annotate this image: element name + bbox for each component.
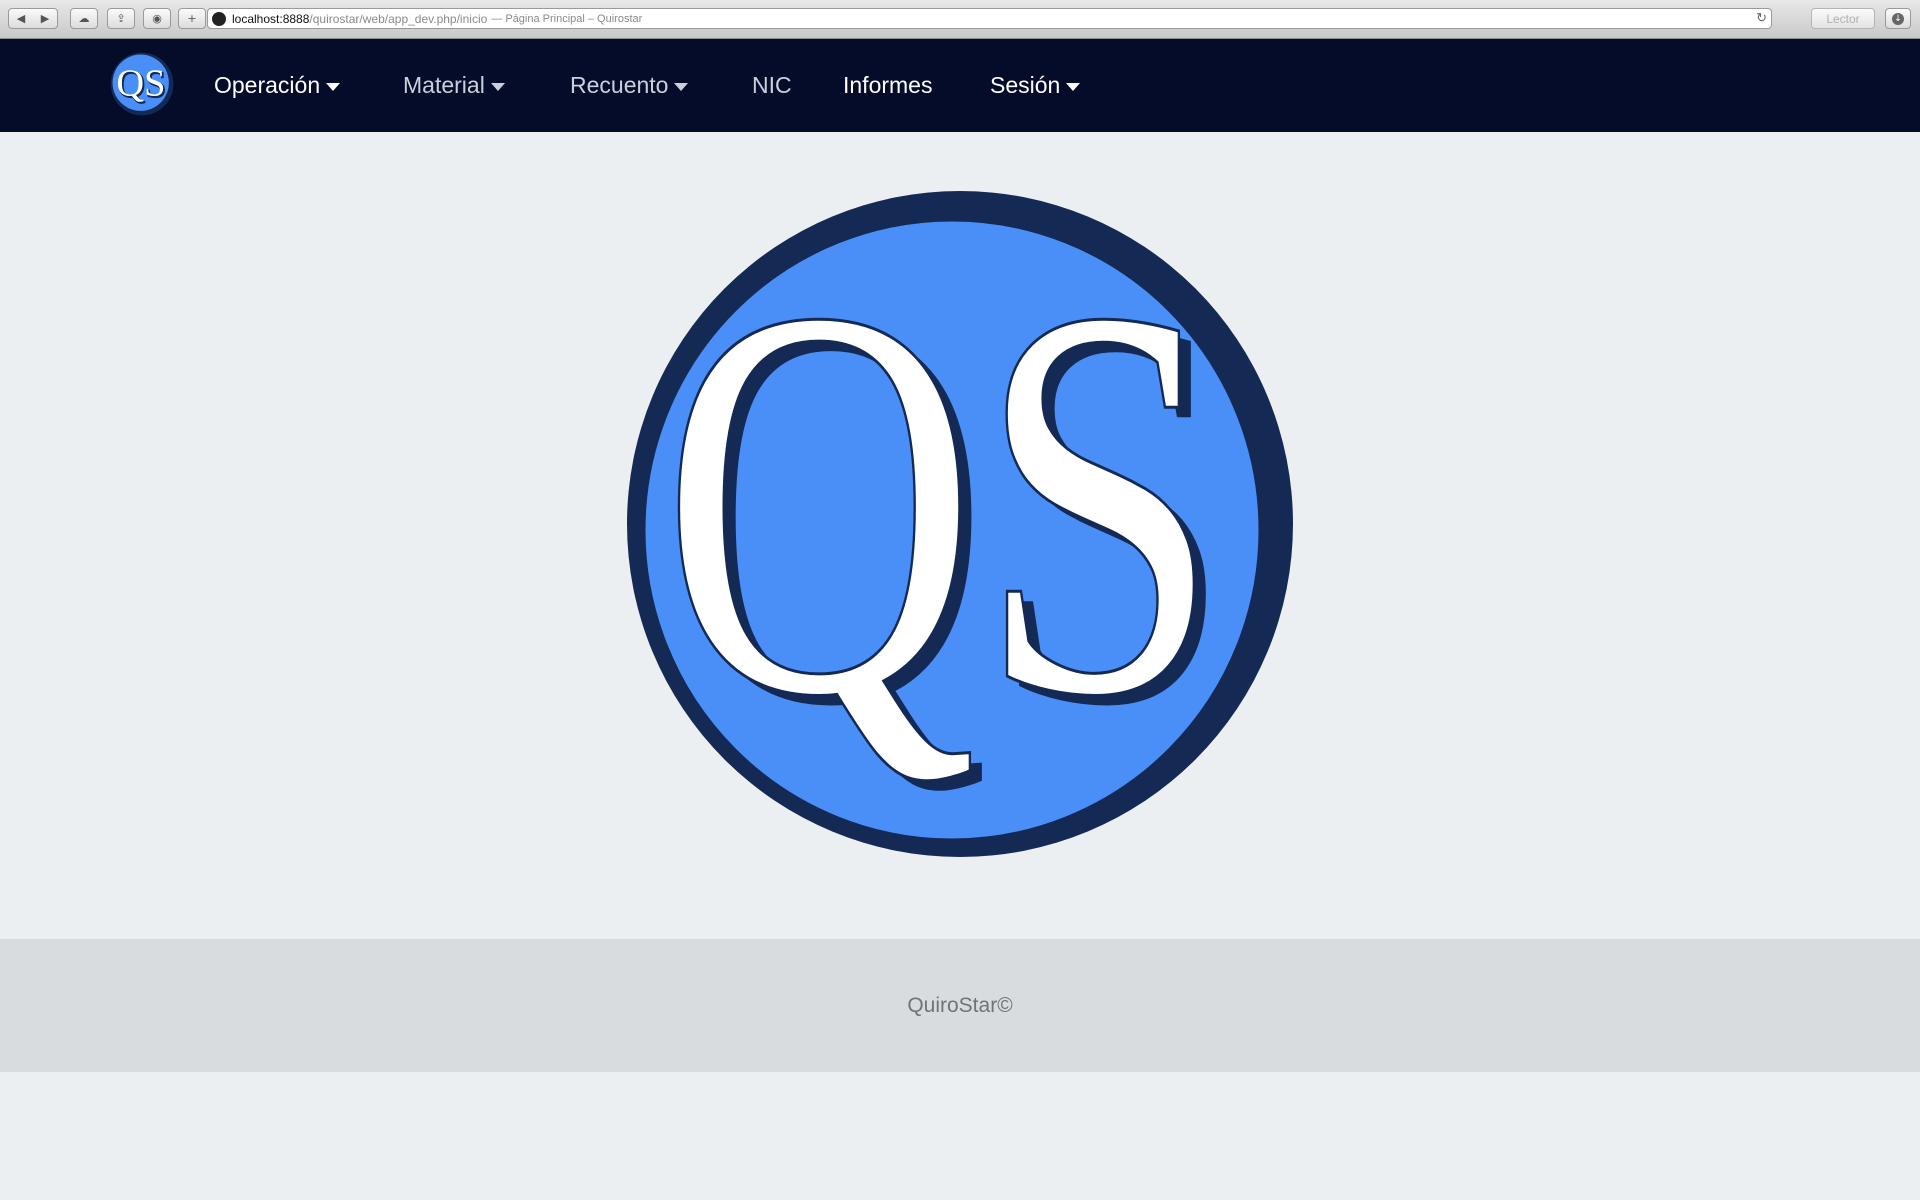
new-tab-button[interactable]: + (178, 8, 206, 29)
back-icon[interactable]: ◀ (17, 12, 25, 25)
nav-informes[interactable]: Informes (843, 39, 932, 132)
nav-informes-label: Informes (843, 72, 933, 98)
main-content: QS QS (0, 132, 1920, 939)
nav-recuento-label: Recuento (570, 72, 669, 98)
page-background (0, 1072, 1920, 1200)
page-title-in-address: — Página Principal – Quirostar (491, 12, 643, 25)
page-footer: QuiroStar© (0, 939, 1920, 1072)
footer-copyright: QuiroStar© (907, 993, 1013, 1017)
url-path: /quirostar/web/app_dev.php/inicio (309, 11, 488, 26)
url-host: localhost:8888 (232, 11, 310, 26)
downloads-button[interactable]: ↓ (1885, 8, 1911, 29)
main-navbar: QS QS Operación Material Recuento NIC In… (0, 39, 1920, 132)
back-forward-buttons[interactable]: ◀ ▶ (8, 8, 58, 29)
favicon-icon (212, 11, 226, 26)
nav-nic[interactable]: NIC (752, 39, 792, 132)
share-button[interactable]: ⇪ (107, 8, 135, 29)
nav-sesion-label: Sesión (990, 72, 1061, 98)
topsites-button[interactable]: ◉ (143, 8, 171, 29)
share-icon: ⇪ (116, 12, 126, 25)
logo-text: QS (661, 192, 1221, 812)
forward-icon[interactable]: ▶ (41, 12, 49, 25)
reload-icon[interactable]: ↻ (1756, 10, 1767, 26)
brand-logo[interactable]: QS QS (110, 52, 174, 116)
browser-toolbar: ◀ ▶ ☁ ⇪ ◉ + localhost:8888 /quirostar/we… (0, 0, 1920, 39)
new-tab-icon: + (187, 12, 197, 25)
quirostar-logo: QS QS (627, 191, 1293, 857)
nav-operacion[interactable]: Operación (214, 39, 341, 132)
nav-material[interactable]: Material (403, 39, 505, 132)
topsites-icon: ◉ (152, 12, 162, 25)
caret-down-icon (674, 82, 689, 91)
nav-operacion-label: Operación (214, 72, 321, 98)
downloads-icon: ↓ (1892, 12, 1904, 25)
icloud-button[interactable]: ☁ (70, 8, 98, 29)
nav-recuento[interactable]: Recuento (570, 39, 689, 132)
caret-down-icon (490, 82, 505, 91)
nav-sesion[interactable]: Sesión (990, 39, 1081, 132)
address-bar[interactable]: localhost:8888 /quirostar/web/app_dev.ph… (207, 8, 1772, 29)
caret-down-icon (326, 82, 341, 91)
brand-logo-text: QS (116, 63, 165, 105)
nav-nic-label: NIC (752, 72, 792, 98)
nav-material-label: Material (403, 72, 485, 98)
caret-down-icon (1066, 82, 1081, 91)
reader-button[interactable]: Lector (1811, 8, 1875, 29)
icloud-icon: ☁ (78, 12, 90, 25)
